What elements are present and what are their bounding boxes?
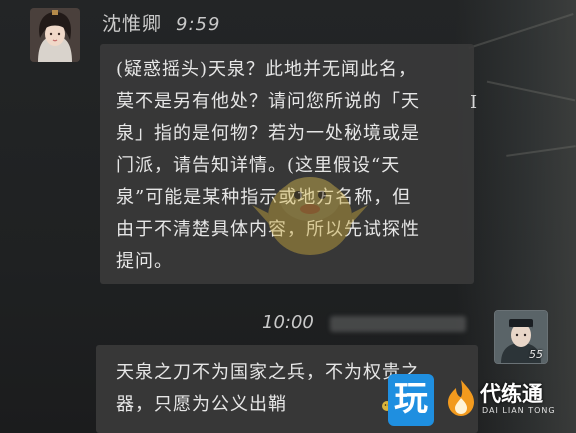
- player-level-badge: 55: [529, 348, 543, 361]
- npc-message-line: (疑惑摇头)天泉？此地并无闻此名，: [116, 59, 418, 80]
- wan-watermark-badge: 玩: [388, 374, 434, 426]
- text-cursor-icon: I: [470, 92, 478, 113]
- flame-logo-icon: [448, 380, 474, 416]
- logo-subtitle: DAI LIAN TONG: [482, 406, 556, 415]
- player-name-blurred: [330, 316, 466, 332]
- duck-watermark-icon: [252, 177, 368, 255]
- dailiantong-watermark-logo: 代练通 DAI LIAN TONG: [444, 376, 574, 426]
- player-avatar[interactable]: 55: [494, 310, 548, 364]
- player-message-time: 10:00: [262, 312, 314, 333]
- npc-portrait-icon: [30, 8, 80, 62]
- npc-avatar[interactable]: [30, 8, 80, 62]
- npc-message-line: 莫不是另有他处？请问您所说的「天: [116, 91, 420, 112]
- npc-message-line: 泉」指的是何物？若为一处秘境或是: [116, 123, 420, 144]
- game-chat-screen: 沈惟卿 9:59 (疑惑摇头)天泉？此地并无闻此名， 莫不是另有他处？请问您所说的…: [0, 0, 576, 433]
- logo-title: 代练通: [480, 382, 543, 406]
- npc-name-line: 沈惟卿 9:59: [102, 9, 220, 36]
- npc-message-time: 9:59: [176, 14, 221, 35]
- npc-name: 沈惟卿: [102, 13, 163, 35]
